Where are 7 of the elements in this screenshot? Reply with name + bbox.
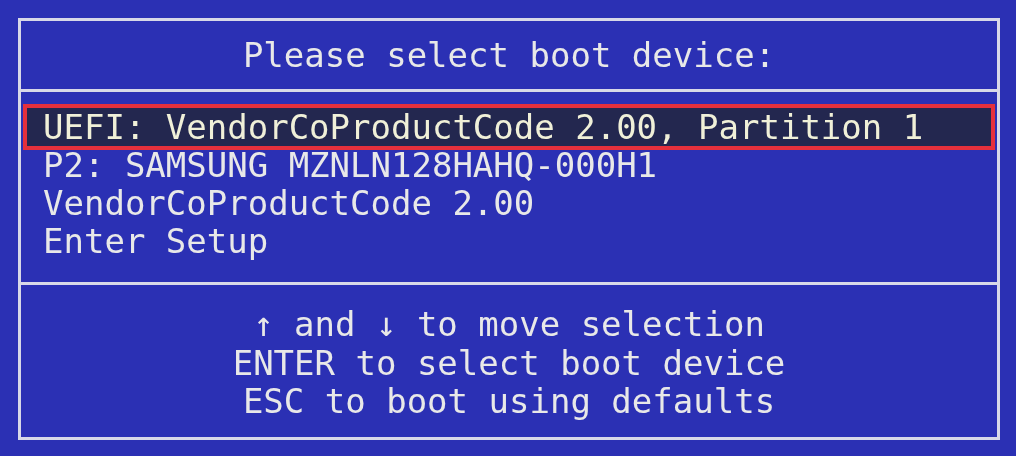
help-text: ESC to boot using defaults [242,382,776,421]
help-text: ENTER to select boot device [232,343,786,382]
boot-option[interactable]: P2: SAMSUNG MZNLN128HAHQ-000H1 [27,146,991,184]
boot-option[interactable]: Enter Setup [27,222,991,260]
menu-title: Please select boot device: [241,34,777,77]
boot-option[interactable]: VendorCoProductCode 2.00 [27,184,991,222]
help-text: ↑ and ↓ to move selection [253,305,765,344]
